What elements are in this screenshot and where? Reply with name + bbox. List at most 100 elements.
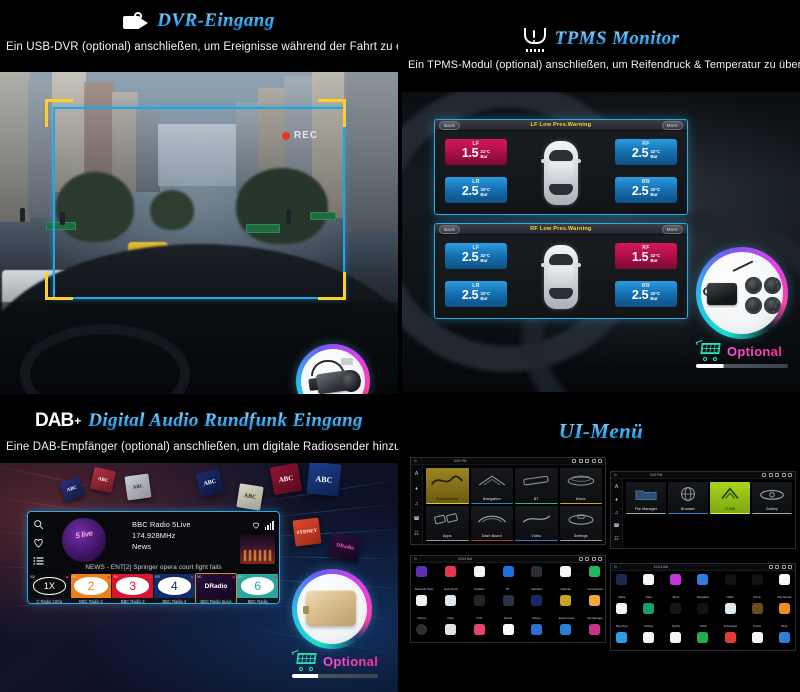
app-item[interactable]: Spotify <box>669 603 683 632</box>
power-icon: ⏻ <box>414 459 417 463</box>
app-item[interactable]: Google <box>501 624 515 642</box>
tile-settings[interactable]: Settings <box>559 505 602 541</box>
app-item[interactable]: iGO/Nav <box>559 624 573 642</box>
app-item[interactable]: Voice Search <box>669 632 683 650</box>
preset-item[interactable]: 0/0 ♥ 6 BBC Radio <box>237 574 279 603</box>
dab-plus-logo: DAB + <box>35 410 81 431</box>
tile-browser[interactable]: Browser <box>668 482 708 514</box>
app-item[interactable]: Twitter <box>615 632 629 650</box>
tpms-titlebar: Back RF Low Pres.Warning More <box>435 224 687 235</box>
app-item[interactable]: Wireless <box>723 632 737 650</box>
app-item[interactable]: Clock <box>444 595 458 624</box>
music-note-icon <box>560 473 603 490</box>
tile-apps[interactable]: Apps <box>426 505 469 541</box>
text-icon: A <box>614 484 619 490</box>
tile-gallery[interactable]: Gallery <box>752 482 792 514</box>
shopping-cart-icon <box>695 339 722 361</box>
app-item[interactable]: BT <box>501 566 515 595</box>
tpms-more-button[interactable]: More <box>661 120 683 130</box>
product-feature-banner: DVR-Eingang Ein USB-DVR (optional) ansch… <box>0 0 800 692</box>
signal-strength-icon <box>264 521 274 530</box>
tpms-more-button[interactable]: More <box>661 224 683 234</box>
back-icon <box>598 459 602 463</box>
app-item[interactable]: Settings <box>642 603 656 632</box>
preset-badge: 6 <box>241 577 275 595</box>
tile-label: Settings <box>573 534 588 538</box>
app-item[interactable]: ZLINK <box>777 632 791 650</box>
folder-icon <box>626 486 666 502</box>
app-item[interactable]: EasyConnect <box>559 595 574 624</box>
tpms-back-button[interactable]: Back <box>439 120 461 130</box>
app-row: Media Maps Music Navigation Netflix Phon… <box>615 574 791 603</box>
audi-tile-grid: Radio&Media Navigation BT Music Apps Das… <box>423 465 605 544</box>
preset-heart-icon: ♥ <box>107 574 111 581</box>
tile-file-manager[interactable]: File Manager <box>626 482 666 514</box>
preset-heart-icon: ♥ <box>65 574 69 581</box>
preset-heart-icon: ♥ <box>190 574 194 581</box>
app-item[interactable]: Bluetooth Music <box>415 566 433 595</box>
dab-scene: ABC ABC ABC ABC SYDNEY DRadio ABC ABC AB… <box>0 463 398 692</box>
dvr-dashcam-scene: REC Optional <box>0 72 398 394</box>
tpms-unit: Bar <box>650 191 658 197</box>
app-item[interactable]: Phone <box>750 574 764 603</box>
app-item[interactable]: Apple Music <box>444 566 458 595</box>
tile-bt[interactable]: BT <box>515 468 558 504</box>
tile-radio-media[interactable]: Radio&Media <box>426 468 469 504</box>
tpms-unit: Bar <box>650 295 658 301</box>
tpms-unit: Bar <box>480 257 488 263</box>
app-item[interactable]: WhatsApp <box>696 632 710 650</box>
app-item[interactable]: Play Movies <box>777 574 791 603</box>
preset-item[interactable]: 0/0 ♥ 1X C Radio 1Xtra <box>29 574 70 603</box>
tpms-back-button[interactable]: Back <box>439 224 461 234</box>
app-item[interactable]: TorqueScan <box>723 603 737 632</box>
app-item[interactable]: Media <box>615 574 629 603</box>
tpms-optional-underline <box>696 364 788 368</box>
app-item[interactable]: Play Store <box>615 603 629 632</box>
tpms-title: TPMS Monitor <box>554 28 680 49</box>
tpms-unit: Bar <box>650 153 658 159</box>
preset-name: BBC Radio 5Live <box>195 598 237 603</box>
tile-label: Navigation <box>482 496 501 501</box>
app-item[interactable]: YouTube <box>750 632 764 650</box>
app-item[interactable]: Instagram <box>588 624 602 642</box>
app-item[interactable]: Netflix <box>723 574 737 603</box>
tile-video[interactable]: Video <box>515 505 558 541</box>
preset-item[interactable]: 0/0 ♥ 3 BBC Radio 3 <box>112 574 154 603</box>
app-item[interactable]: Gallery <box>473 624 487 642</box>
app-item[interactable]: DVR <box>473 595 487 624</box>
back-icon <box>788 473 792 477</box>
tile-dashboard[interactable]: Dash Board <box>470 505 513 541</box>
app-item[interactable]: FOX Sports <box>444 624 458 642</box>
app-item[interactable]: Maps <box>642 574 656 603</box>
app-item[interactable]: Car Assistant <box>588 566 603 595</box>
app-item[interactable]: TikTok <box>696 603 710 632</box>
app-item[interactable]: Navigation <box>696 574 710 603</box>
app-item[interactable]: Video <box>642 632 656 650</box>
preset-item[interactable]: 0/0 ♥ 4 BBC Radio 4 <box>154 574 195 603</box>
audi-side-rail[interactable]: A ♦ ♫ ☎ ☷ <box>411 465 423 544</box>
clock: 3:00 PM <box>649 473 663 477</box>
app-item[interactable]: Dash Cam <box>415 624 429 642</box>
tire-pressure-warning-icon <box>523 28 547 52</box>
app-item[interactable]: Assistant <box>473 566 487 595</box>
app-item[interactable]: Waze <box>777 603 791 632</box>
tpms-tile-lr: LR 2.5 32°C Bar <box>445 177 507 203</box>
app-item[interactable]: Decent <box>501 595 515 624</box>
tile-zlink[interactable]: ZLINK <box>710 482 750 514</box>
tpms-pressure: 2.5 <box>461 184 479 198</box>
app-item[interactable]: File Manager <box>588 595 603 624</box>
app-item[interactable]: Disney+ <box>530 595 544 624</box>
tpms-module-image <box>701 252 783 334</box>
app-item[interactable]: Torque <box>750 603 764 632</box>
tile-navigation[interactable]: Navigation <box>470 468 513 504</box>
preset-item-selected[interactable]: 0/0 ♥ DRadio BBC Radio 5Live <box>194 573 238 603</box>
app-item[interactable]: Chrome <box>415 595 429 624</box>
back-icon <box>598 557 602 561</box>
audi-side-rail[interactable]: A ♦ ♫ ☎ ☷ <box>611 479 623 548</box>
preset-item[interactable]: 0/0 ♥ 2 BBC Radio 2 <box>70 574 112 603</box>
tile-music[interactable]: Music <box>559 468 603 504</box>
app-item[interactable]: Calculator <box>530 566 544 595</box>
app-item[interactable]: Calendar <box>559 566 573 595</box>
app-item[interactable]: Music <box>669 574 683 603</box>
app-item[interactable]: GPS Test <box>530 624 544 642</box>
